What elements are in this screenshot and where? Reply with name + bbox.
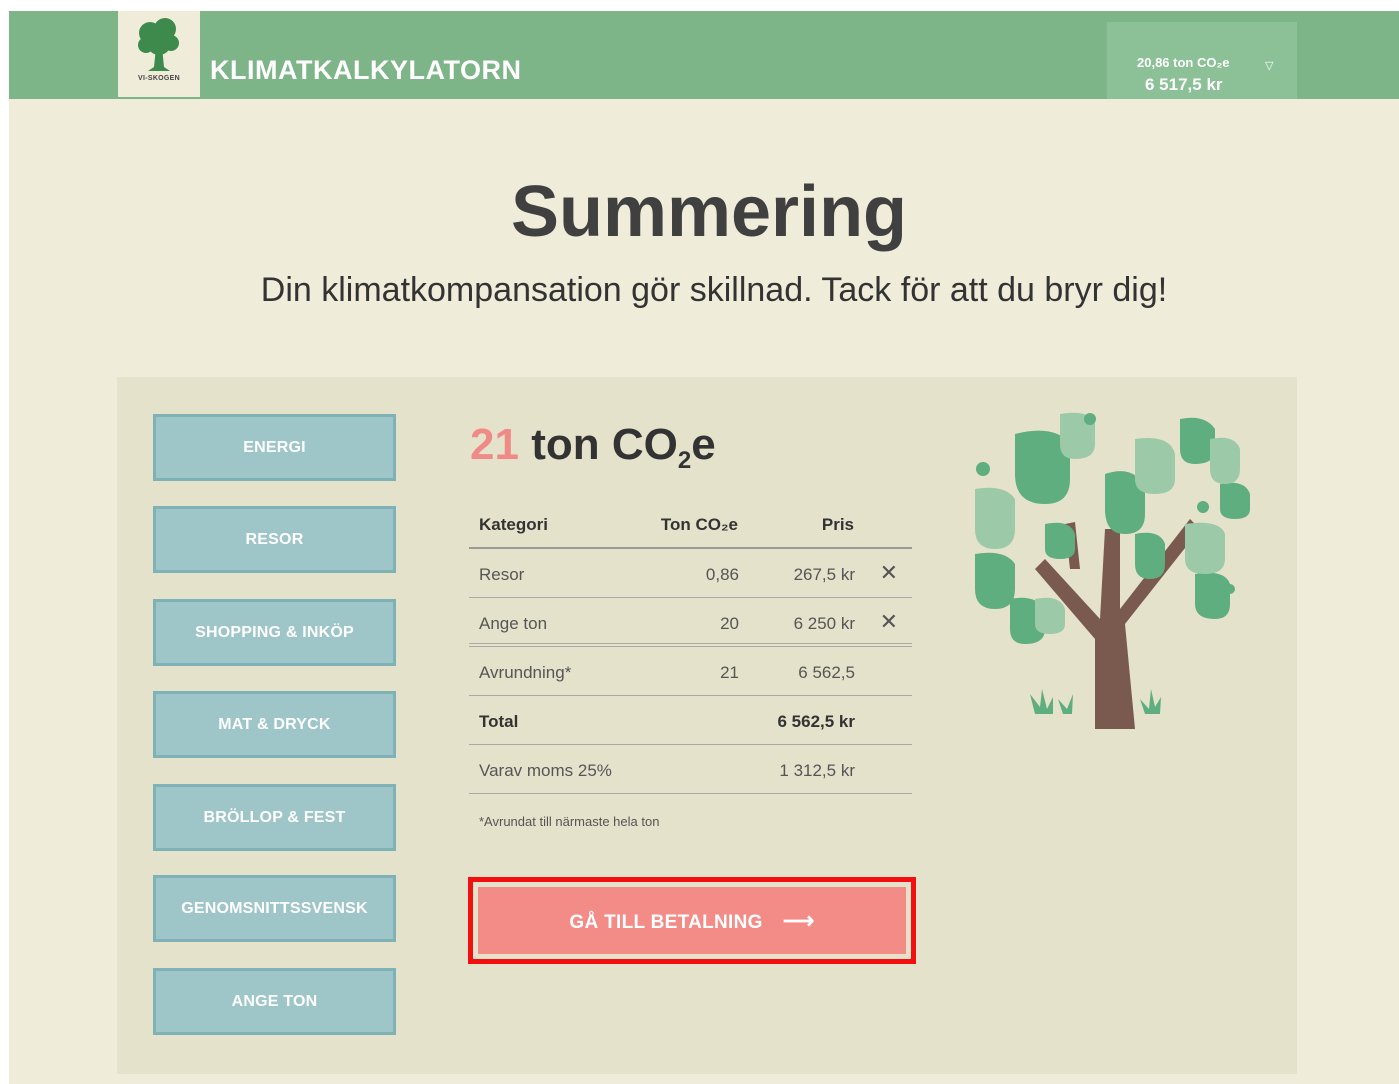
tree-illustration [975, 412, 1250, 729]
row-ton: 20 [720, 614, 739, 633]
app-header: VI-SKOGEN KLIMATKALKYLATORN 20,86 ton CO… [9, 11, 1399, 99]
total-co2-unit-sub: 2 [677, 447, 692, 474]
row-category: Ange ton [479, 614, 548, 633]
pay-button-label: GÅ TILL BETALNING [569, 912, 763, 933]
cart-price: 6 517,5 kr [1145, 75, 1223, 94]
total-row: Total 6 562,5 kr [469, 696, 912, 745]
cart-co2: 20,86 ton CO₂e [1137, 55, 1230, 70]
go-to-payment-button[interactable]: GÅ TILL BETALNING ⟶ [478, 887, 906, 954]
vat-price: 1 312,5 kr [779, 761, 855, 780]
logo[interactable]: VI-SKOGEN [118, 11, 200, 97]
category-button-brollop-fest[interactable]: BRÖLLOP & FEST [153, 784, 396, 851]
row-price: 6 250 kr [793, 614, 855, 633]
pay-button-highlight: GÅ TILL BETALNING ⟶ [468, 877, 916, 964]
arrow-right-icon: ⟶ [782, 908, 815, 933]
app-title: KLIMATKALKYLATORN [210, 55, 522, 85]
page-title: Summering [510, 172, 908, 252]
total-price: 6 562,5 kr [777, 712, 855, 731]
category-button-energi[interactable]: ENERGI [153, 414, 396, 481]
total-co2-unit: ton CO [531, 420, 678, 469]
category-button-mat-dryck[interactable]: MAT & DRYCK [153, 691, 396, 758]
table-row: Resor 0,86 267,5 kr ✕ [469, 549, 912, 598]
page-subtitle: Din klimatkompansation gör skillnad. Tac… [260, 271, 1168, 309]
total-label: Total [479, 712, 519, 731]
page-frame: VI-SKOGEN KLIMATKALKYLATORN 20,86 ton CO… [9, 11, 1399, 1084]
category-button-resor[interactable]: RESOR [153, 506, 396, 573]
summary-panel: ENERGI RESOR SHOPPING & INKÖP MAT & DRYC… [117, 377, 1297, 1074]
rounding-label: Avrundning* [479, 663, 572, 682]
total-co2-number: 21 [470, 420, 519, 469]
vat-label: Varav moms 25% [479, 761, 612, 780]
table-header: Kategori Ton CO₂e Pris [469, 499, 912, 549]
vat-row: Varav moms 25% 1 312,5 kr [469, 745, 912, 794]
cart-summary-dropdown[interactable]: 20,86 ton CO₂e 6 517,5 kr ▽ [1107, 22, 1297, 99]
summary-table: Kategori Ton CO₂e Pris Resor 0,86 267,5 … [469, 499, 912, 794]
category-button-shopping[interactable]: SHOPPING & INKÖP [153, 599, 396, 666]
total-co2-heading: 21 ton CO2e [470, 420, 716, 475]
category-button-genomsnittssvensk[interactable]: GENOMSNITTSSVENSK [153, 875, 396, 942]
remove-icon[interactable]: ✕ [880, 560, 898, 586]
table-row: Ange ton 20 6 250 kr ✕ [469, 598, 912, 647]
footnote: *Avrundat till närmaste hela ton [479, 814, 660, 829]
column-header-ton: Ton CO₂e [660, 515, 738, 534]
column-header-category: Kategori [479, 515, 548, 534]
remove-icon[interactable]: ✕ [880, 609, 898, 635]
tree-logo-icon [138, 18, 179, 71]
category-button-ange-ton[interactable]: ANGE TON [153, 968, 396, 1035]
total-co2-unit-suffix: e [691, 420, 716, 469]
row-ton: 0,86 [705, 565, 739, 584]
row-category: Resor [479, 565, 525, 584]
rounding-price: 6 562,5 [798, 663, 855, 682]
caret-down-icon: ▽ [1265, 60, 1274, 72]
logo-text: VI-SKOGEN [138, 75, 180, 82]
rounding-ton: 21 [720, 663, 739, 682]
column-header-price: Pris [821, 515, 854, 534]
rounding-row: Avrundning* 21 6 562,5 [469, 647, 912, 696]
row-price: 267,5 kr [793, 565, 855, 584]
